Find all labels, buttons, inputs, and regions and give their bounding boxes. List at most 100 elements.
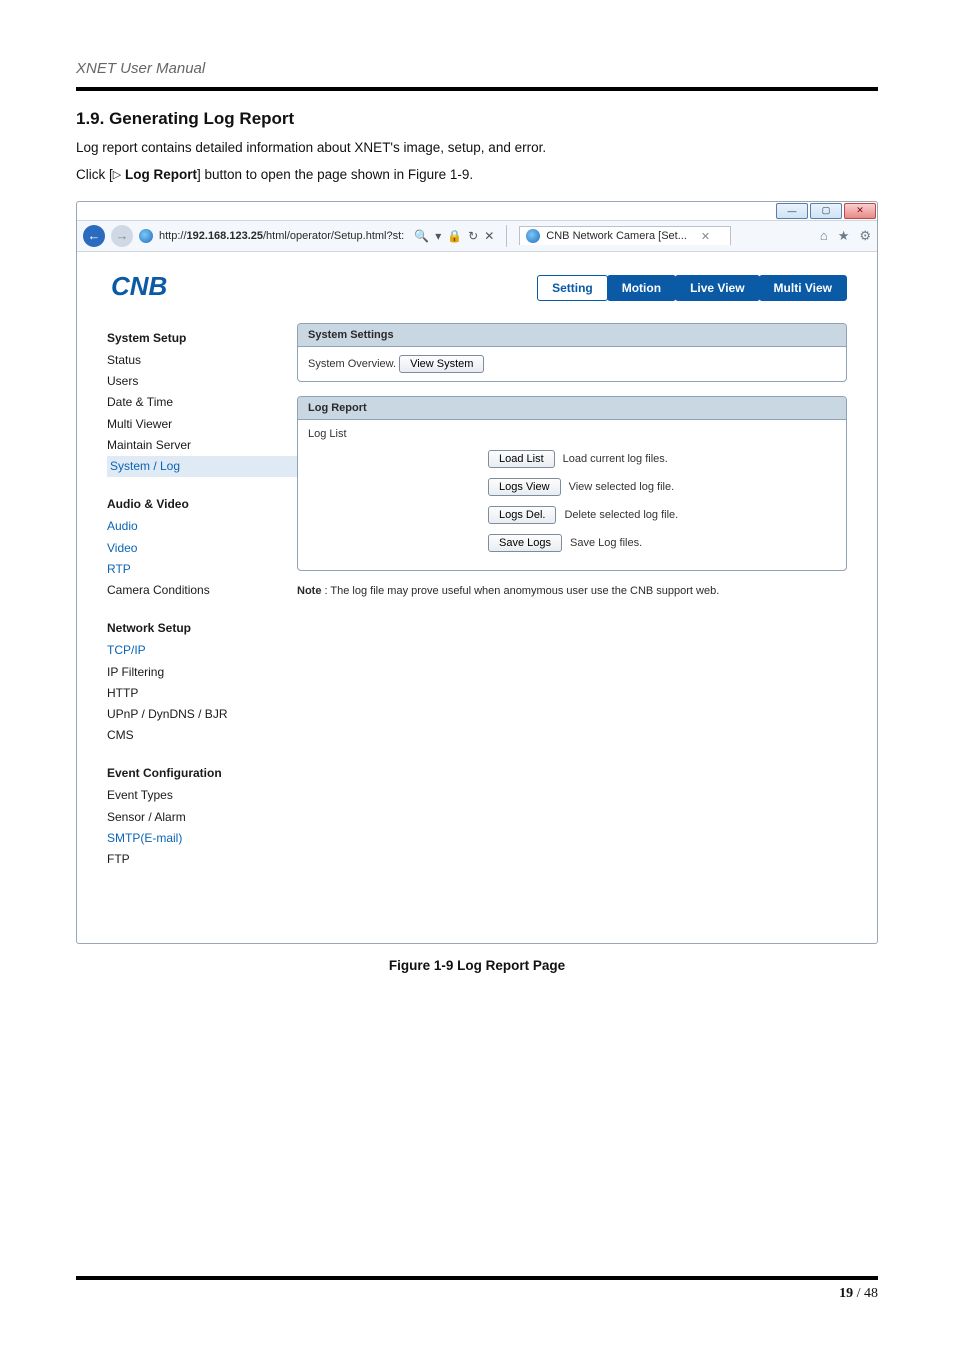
- window-controls: — ▢ ✕: [77, 202, 877, 220]
- log-report-panel: Log Report Log List Load List Load curre…: [297, 396, 847, 571]
- tools-icon[interactable]: ⚙: [859, 228, 871, 244]
- browser-tab[interactable]: CNB Network Camera [Set... ✕: [519, 226, 731, 245]
- save-logs-desc: Save Log files.: [570, 537, 642, 549]
- load-list-desc: Load current log files.: [563, 453, 668, 465]
- url-host: 192.168.123.25: [187, 230, 263, 242]
- favorites-icon[interactable]: ★: [838, 228, 850, 244]
- doc-header-title: XNET User Manual: [76, 60, 878, 77]
- note-text: Note : The log file may prove useful whe…: [297, 585, 847, 597]
- sidebar-item-upnp[interactable]: UPnP / DynDNS / BJR: [107, 704, 297, 725]
- sidebar-item-maintain-server[interactable]: Maintain Server: [107, 435, 297, 456]
- address-icons: 🔍 ▾ 🔒 ↻ ✕: [414, 229, 494, 243]
- dropdown-icon[interactable]: ▾: [435, 229, 441, 243]
- window-minimize-button[interactable]: —: [776, 203, 808, 219]
- sidebar-item-sensor[interactable]: Sensor / Alarm: [107, 807, 297, 828]
- log-row-logsdel: Logs Del. Delete selected log file.: [488, 506, 836, 524]
- sidebar-title-network: Network Setup: [107, 619, 297, 638]
- sidebar-item-video[interactable]: Video: [107, 538, 297, 559]
- para2-pre: Click [: [76, 167, 113, 182]
- browser-right-tools: ⌂ ★ ⚙: [820, 228, 871, 244]
- logs-view-button[interactable]: Logs View: [488, 478, 561, 496]
- log-row-logsview: Logs View View selected log file.: [488, 478, 836, 496]
- sidebar-item-tcpip[interactable]: TCP/IP: [107, 640, 297, 661]
- url-prefix: http://: [159, 230, 187, 242]
- address-bar-row: ← → http://192.168.123.25/html/operator/…: [77, 220, 877, 252]
- load-list-button[interactable]: Load List: [488, 450, 555, 468]
- log-list-label: Log List: [308, 428, 836, 440]
- sidebar-title-av: Audio & Video: [107, 495, 297, 514]
- nav-forward-button[interactable]: →: [111, 225, 133, 247]
- tab-close-icon[interactable]: ✕: [701, 230, 710, 243]
- section-heading: 1.9. Generating Log Report: [76, 109, 878, 129]
- sidebar-group-av: Audio & Video Audio Video RTP Camera Con…: [107, 495, 297, 601]
- home-icon[interactable]: ⌂: [820, 228, 828, 244]
- address-url[interactable]: http://192.168.123.25/html/operator/Setu…: [159, 230, 404, 242]
- page-number: 19 / 48: [76, 1286, 878, 1302]
- cnb-logo: CNB: [111, 270, 231, 307]
- sidebar-item-status[interactable]: Status: [107, 350, 297, 371]
- system-settings-title: System Settings: [298, 324, 846, 347]
- refresh-icon[interactable]: ↻: [468, 229, 478, 243]
- sidebar-item-system-log[interactable]: System / Log: [107, 456, 297, 477]
- url-path: /html/operator/Setup.html?st:: [263, 230, 404, 242]
- sidebar-item-smtp[interactable]: SMTP(E-mail): [107, 828, 297, 849]
- ie-icon: [139, 229, 153, 243]
- top-nav: CNB Setting Motion Live View Multi View: [77, 260, 877, 317]
- sidebar-item-eventtypes[interactable]: Event Types: [107, 785, 297, 806]
- tab-favicon: [526, 229, 540, 243]
- sidebar-item-ftp[interactable]: FTP: [107, 849, 297, 870]
- page-current: 19: [839, 1286, 853, 1301]
- sidebar-item-audio[interactable]: Audio: [107, 516, 297, 537]
- browser-window: — ▢ ✕ ← → http://192.168.123.25/html/ope…: [76, 201, 878, 944]
- save-logs-button[interactable]: Save Logs: [488, 534, 562, 552]
- system-overview-label: System Overview.: [308, 358, 396, 370]
- para2-post: ] button to open the page shown in Figur…: [197, 167, 473, 182]
- intro-paragraph-1: Log report contains detailed information…: [76, 137, 878, 160]
- play-icon: ▷: [113, 166, 121, 185]
- nav-setting-button[interactable]: Setting: [537, 275, 608, 301]
- stop-icon[interactable]: ✕: [484, 229, 494, 243]
- header-rule: [76, 87, 878, 91]
- log-report-title: Log Report: [298, 397, 846, 420]
- logs-del-button[interactable]: Logs Del.: [488, 506, 556, 524]
- sidebar-item-users[interactable]: Users: [107, 371, 297, 392]
- page-footer: 19 / 48: [76, 1268, 878, 1302]
- window-maximize-button[interactable]: ▢: [810, 203, 842, 219]
- nav-motion-button[interactable]: Motion: [607, 275, 676, 301]
- sidebar-group-event: Event Configuration Event Types Sensor /…: [107, 764, 297, 870]
- footer-rule: [76, 1276, 878, 1280]
- search-icon[interactable]: 🔍: [414, 229, 429, 243]
- system-settings-panel: System Settings System Overview. View Sy…: [297, 323, 847, 382]
- view-system-button[interactable]: View System: [399, 355, 484, 373]
- sidebar-item-http[interactable]: HTTP: [107, 683, 297, 704]
- tab-title: CNB Network Camera [Set...: [546, 230, 687, 242]
- nav-back-button[interactable]: ←: [83, 225, 105, 247]
- nav-liveview-button[interactable]: Live View: [675, 275, 759, 301]
- sidebar: System Setup Status Users Date & Time Mu…: [107, 323, 297, 913]
- note-body: : The log file may prove useful when ano…: [321, 585, 719, 597]
- sidebar-item-datetime[interactable]: Date & Time: [107, 392, 297, 413]
- window-close-button[interactable]: ✕: [844, 203, 876, 219]
- note-label: Note: [297, 585, 321, 597]
- main-panel-area: System Settings System Overview. View Sy…: [297, 323, 847, 913]
- sidebar-item-camera[interactable]: Camera Conditions: [107, 580, 297, 601]
- sidebar-item-cms[interactable]: CMS: [107, 725, 297, 746]
- sidebar-item-multiviewer[interactable]: Multi Viewer: [107, 414, 297, 435]
- lock-icon: 🔒: [447, 229, 462, 243]
- sidebar-item-rtp[interactable]: RTP: [107, 559, 297, 580]
- log-row-loadlist: Load List Load current log files.: [488, 450, 836, 468]
- logo-text: CNB: [111, 271, 167, 301]
- figure-caption: Figure 1-9 Log Report Page: [76, 958, 878, 973]
- sidebar-title-event: Event Configuration: [107, 764, 297, 783]
- sidebar-title-system: System Setup: [107, 329, 297, 348]
- page-total: 48: [864, 1286, 878, 1301]
- logs-del-desc: Delete selected log file.: [564, 509, 678, 521]
- page-content: CNB Setting Motion Live View Multi View …: [77, 252, 877, 943]
- sidebar-group-system: System Setup Status Users Date & Time Mu…: [107, 329, 297, 477]
- log-row-savelogs: Save Logs Save Log files.: [488, 534, 836, 552]
- sidebar-item-ipfiltering[interactable]: IP Filtering: [107, 662, 297, 683]
- nav-multiview-button[interactable]: Multi View: [759, 275, 847, 301]
- page-sep: /: [853, 1286, 864, 1301]
- para2-button-name: Log Report: [125, 167, 197, 182]
- sidebar-group-network: Network Setup TCP/IP IP Filtering HTTP U…: [107, 619, 297, 746]
